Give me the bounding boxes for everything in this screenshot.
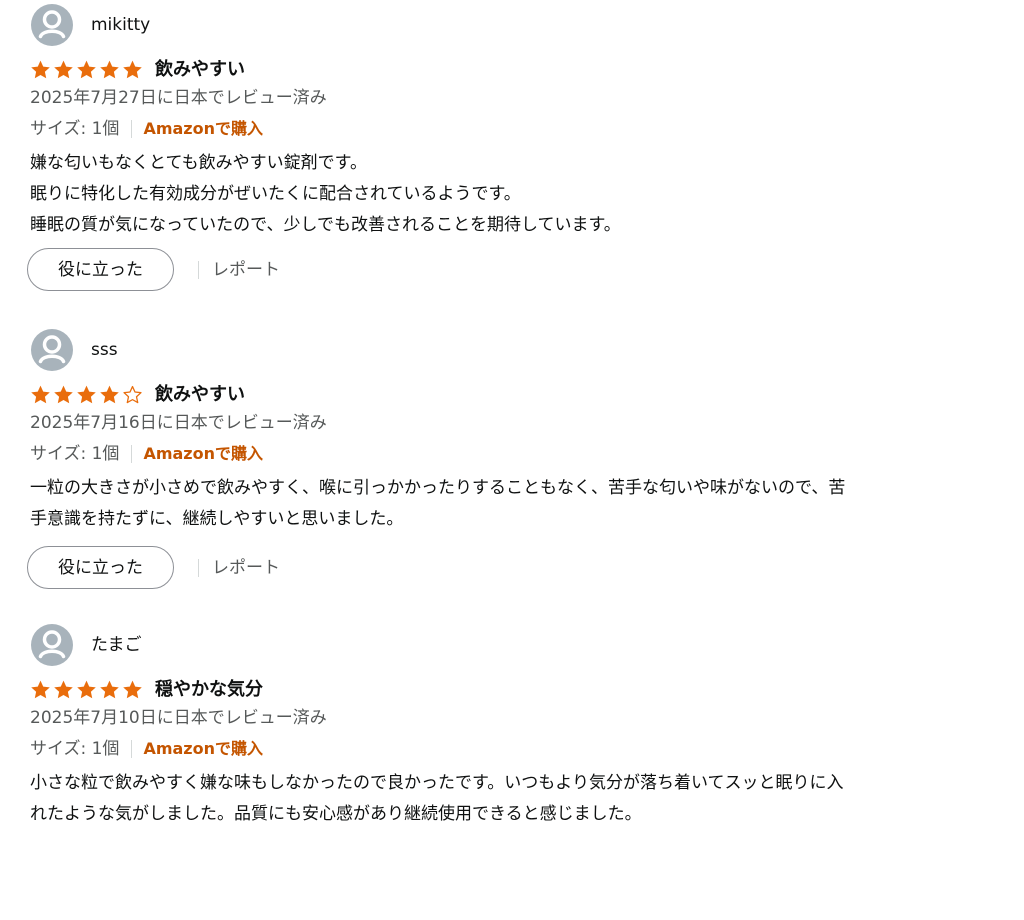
star-filled-icon [100, 680, 119, 698]
star-filled-icon [54, 680, 73, 698]
review-list: mikitty 飲みやすい 2025年7月27日に日本でレビュー済み サイズ: … [0, 0, 1024, 839]
verified-purchase-badge: Amazonで購入 [143, 444, 263, 463]
review-body-line: 嫌な匂いもなくとても飲みやすい錠剤です。 [30, 153, 367, 173]
review-body-line: 眠りに特化した有効成分がぜいたくに配合されているようです。 [30, 184, 521, 204]
reviewer-profile[interactable]: mikitty [31, 4, 150, 46]
user-avatar-icon [31, 329, 73, 371]
reviewer-profile[interactable]: sss [31, 329, 118, 371]
star-filled-icon [77, 60, 96, 78]
review-actions: 役に立った レポート [27, 545, 280, 590]
review-body-line: れたような気がしました。品質にも安心感があり継続使用できると感じました。 [30, 804, 642, 824]
verified-purchase-badge: Amazonで購入 [143, 119, 263, 138]
review-body-line: 睡眠の質が気になっていたので、少しでも改善されることを期待しています。 [30, 215, 621, 235]
star-rating[interactable] [29, 58, 144, 82]
star-filled-icon [31, 60, 50, 78]
size-variant-label: サイズ: 1個 [30, 444, 120, 464]
review-card: sss 飲みやすい 2025年7月16日に日本でレビュー済み サイズ: 1個 A… [0, 325, 1024, 625]
user-avatar-icon [31, 4, 73, 46]
review-title[interactable]: 穏やかな気分 [155, 679, 263, 701]
rating-row: 飲みやすい [29, 55, 245, 84]
review-body-line: 一粒の大きさが小さめで飲みやすく、喉に引っかかったりすることもなく、苦手な匂いや… [30, 478, 846, 498]
star-filled-icon [54, 60, 73, 78]
helpful-button[interactable]: 役に立った [27, 248, 174, 291]
size-variant-label: サイズ: 1個 [30, 119, 120, 139]
star-filled-icon [77, 385, 96, 403]
star-filled-icon [31, 385, 50, 403]
star-filled-icon [123, 60, 142, 78]
reviewer-name: たまご [91, 635, 142, 655]
meta-divider [131, 740, 133, 758]
actions-divider [198, 558, 199, 577]
review-title[interactable]: 飲みやすい [155, 59, 245, 81]
rating-row: 穏やかな気分 [29, 675, 263, 704]
star-filled-icon [31, 680, 50, 698]
review-meta: サイズ: 1個 Amazonで購入 [30, 443, 263, 465]
review-body-line: 手意識を持たずに、継続しやすいと思いました。 [30, 509, 404, 529]
report-link[interactable]: レポート [212, 259, 280, 281]
review-date: 2025年7月16日に日本でレビュー済み [30, 413, 327, 433]
star-filled-icon [100, 385, 119, 403]
star-filled-icon [77, 680, 96, 698]
review-actions: 役に立った レポート [27, 247, 280, 292]
meta-divider [131, 445, 133, 463]
star-rating[interactable] [29, 383, 144, 407]
review-date: 2025年7月10日に日本でレビュー済み [30, 708, 327, 728]
review-body: 小さな粒で飲みやすく嫌な味もしなかったので良かったです。いつもより気分が落ち着い… [30, 768, 1010, 830]
review-meta: サイズ: 1個 Amazonで購入 [30, 118, 263, 140]
review-card: mikitty 飲みやすい 2025年7月27日に日本でレビュー済み サイズ: … [0, 0, 1024, 300]
review-date: 2025年7月27日に日本でレビュー済み [30, 88, 327, 108]
reviewer-profile[interactable]: たまご [31, 624, 142, 666]
star-filled-icon [54, 385, 73, 403]
reviewer-name: sss [91, 340, 118, 360]
review-meta: サイズ: 1個 Amazonで購入 [30, 738, 263, 760]
verified-purchase-badge: Amazonで購入 [143, 739, 263, 758]
star-filled-icon [100, 60, 119, 78]
helpful-button[interactable]: 役に立った [27, 546, 174, 589]
review-body-line: 小さな粒で飲みやすく嫌な味もしなかったので良かったです。いつもより気分が落ち着い… [30, 773, 844, 793]
star-filled-icon [123, 680, 142, 698]
user-avatar-icon [31, 624, 73, 666]
actions-divider [198, 260, 199, 279]
star-rating[interactable] [29, 678, 144, 702]
meta-divider [131, 120, 133, 138]
review-body: 一粒の大きさが小さめで飲みやすく、喉に引っかかったりすることもなく、苦手な匂いや… [30, 473, 1010, 535]
reviewer-name: mikitty [91, 15, 151, 35]
rating-row: 飲みやすい [29, 380, 245, 409]
review-card: たまご 穏やかな気分 2025年7月10日に日本でレビュー済み サイズ: 1個 … [0, 620, 1024, 920]
size-variant-label: サイズ: 1個 [30, 739, 120, 759]
star-empty-icon [123, 385, 142, 403]
review-body: 嫌な匂いもなくとても飲みやすい錠剤です。 眠りに特化した有効成分がぜいたくに配合… [30, 148, 1010, 241]
report-link[interactable]: レポート [212, 557, 280, 579]
review-title[interactable]: 飲みやすい [155, 384, 245, 406]
